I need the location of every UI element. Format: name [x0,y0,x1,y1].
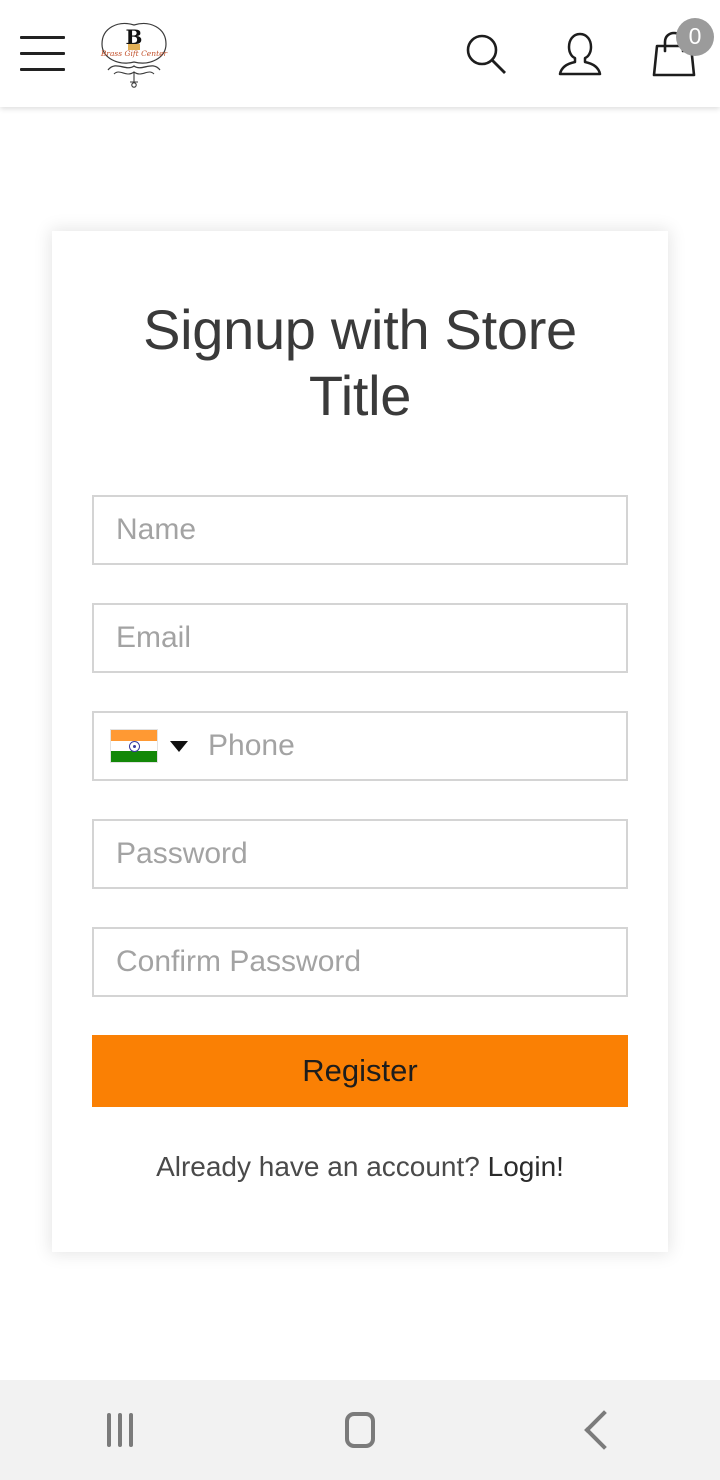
confirm-password-input[interactable] [94,929,626,996]
recents-icon[interactable] [60,1380,180,1480]
cart-count-badge: 0 [676,17,714,56]
phone-field[interactable] [92,711,628,782]
confirm-password-field[interactable] [92,927,628,998]
header-actions: 0 [462,0,714,107]
user-account-icon[interactable] [556,28,604,80]
name-field[interactable] [92,495,628,566]
back-icon[interactable] [540,1380,660,1480]
hamburger-bar [20,68,65,71]
page-body: Signup with Store Title Name Email Phone… [0,107,720,1380]
hamburger-bar [20,36,65,39]
hamburger-menu-icon[interactable] [20,31,65,76]
app-header: B Brass Gift Center 0 [0,0,720,107]
signup-card: Signup with Store Title Name Email Phone… [52,231,668,1252]
hamburger-bar [20,52,65,55]
chevron-down-icon [170,740,188,752]
country-code-selector[interactable] [110,729,196,764]
android-navigation-bar [0,1380,720,1480]
india-flag-icon [110,729,158,764]
login-prompt-row: Already have an account? Login! [92,1151,628,1183]
signup-form: Register Already have an account? Login! [92,495,628,1183]
shopping-bag-icon[interactable]: 0 [650,17,714,80]
email-field[interactable] [92,603,628,674]
page-title: Signup with Store Title [143,298,577,428]
svg-text:Brass Gift Center: Brass Gift Center [100,49,168,58]
search-icon[interactable] [462,28,510,80]
password-input[interactable] [94,821,626,888]
store-logo[interactable]: B Brass Gift Center [92,14,176,94]
login-prompt-text: Already have an account? [156,1151,480,1183]
login-link[interactable]: Login! [488,1151,564,1182]
password-field[interactable] [92,819,628,890]
home-icon[interactable] [300,1380,420,1480]
email-input[interactable] [94,605,626,672]
phone-input[interactable] [196,713,626,780]
name-input[interactable] [94,497,626,564]
register-button[interactable]: Register [92,1035,628,1108]
